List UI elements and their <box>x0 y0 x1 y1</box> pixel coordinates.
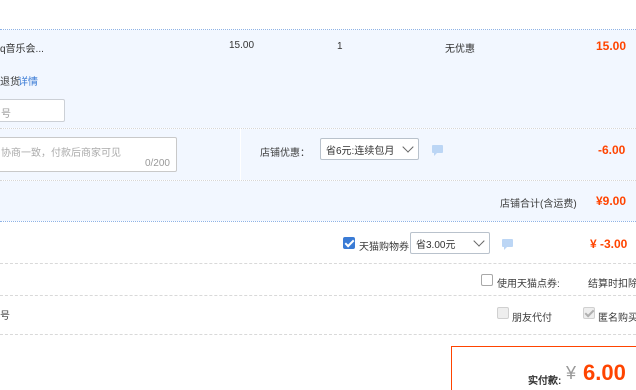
detail-link[interactable]: 详情 <box>18 73 38 88</box>
item-discount: 无优惠 <box>445 44 475 55</box>
coupon-label: 天猫购物券 <box>359 242 409 253</box>
points-checkbox[interactable] <box>481 274 493 286</box>
message-placeholder: 协商一致，付款后商家可见 <box>1 148 121 159</box>
shop-total-divider <box>0 221 636 222</box>
shop-promo-amount: -6.00 <box>598 143 626 157</box>
shop-total-amount: ¥9.00 <box>596 194 627 208</box>
friend-pay-checkbox[interactable] <box>497 307 509 319</box>
payment-currency: ¥ <box>566 363 577 383</box>
coupon-divider <box>0 263 636 264</box>
coupon-amount: ¥ -3.00 <box>590 237 628 251</box>
anonymous-label: 匿名购买 <box>598 313 636 324</box>
item-title[interactable]: q音乐会... <box>0 40 44 55</box>
coupon-selected: 省3.00元 <box>416 239 456 251</box>
payment-label: 实付款: <box>528 376 562 387</box>
shop-total-label: 店铺合计(含运费) <box>500 199 577 210</box>
band-separator <box>240 129 241 180</box>
points-label: 使用天猫点券: <box>497 279 560 290</box>
anonymous-checkbox[interactable] <box>583 307 595 319</box>
friend-pay-label: 朋友代付 <box>512 313 552 324</box>
partial-row-label: 号 <box>0 311 10 322</box>
shop-promo-select[interactable]: 省6元:连续包月 <box>320 138 419 160</box>
shop-promo-selected: 省6元:连续包月 <box>326 145 395 157</box>
message-textarea[interactable]: 协商一致，付款后商家可见 0/200 <box>0 137 177 172</box>
points-note: 结算时扣除 <box>588 279 636 290</box>
chevron-down-icon <box>402 141 414 153</box>
item-quantity: 1 <box>337 41 343 52</box>
service-note: 退货 <box>0 77 20 88</box>
item-subtotal: 15.00 <box>596 39 627 53</box>
chat-bubble-icon[interactable] <box>432 145 443 156</box>
payment-amount: 6.00 <box>583 360 626 385</box>
chat-bubble-icon[interactable] <box>502 239 513 250</box>
options-divider <box>0 334 636 335</box>
message-char-count: 0/200 <box>144 158 170 169</box>
item-band <box>0 30 636 128</box>
shop-promo-label: 店铺优惠： <box>260 148 310 159</box>
contact-input-label: 号 <box>1 109 11 120</box>
item-unit-price: 15.00 <box>229 40 255 51</box>
contact-input[interactable]: 号 <box>0 99 65 122</box>
coupon-select[interactable]: 省3.00元 <box>410 232 490 254</box>
chevron-down-icon <box>473 235 485 247</box>
points-divider <box>0 295 636 296</box>
coupon-checkbox[interactable] <box>343 237 355 249</box>
